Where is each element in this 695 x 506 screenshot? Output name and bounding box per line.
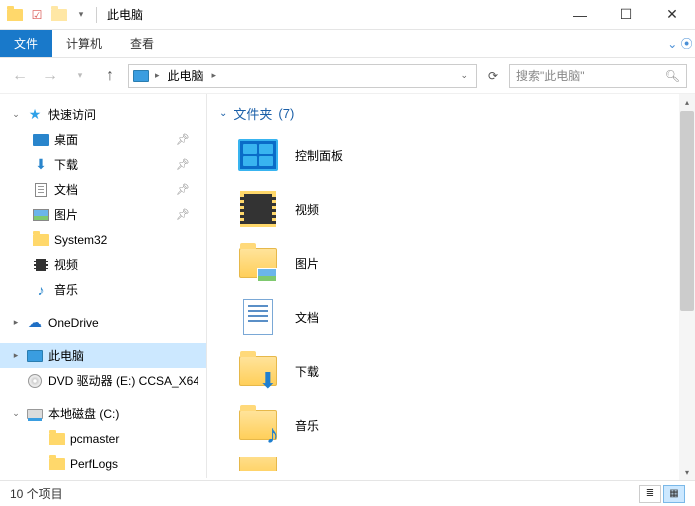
video-icon [240,191,276,227]
sidebar-item-documents[interactable]: 文档📌︎ [0,177,206,202]
ribbon-expand-button[interactable]: ⌄ ⦿ [665,30,695,57]
chevron-right-icon[interactable]: ▸ [210,70,219,81]
chevron-right-icon[interactable]: ▸ [10,350,22,361]
close-button[interactable]: ✕ [649,0,695,30]
titlebar: ☑ ▾ 此电脑 — ☐ ✕ [0,0,695,30]
music-icon: ♪ [266,419,279,450]
sidebar-this-pc[interactable]: ▸此电脑 [0,343,206,368]
pin-icon: 📌︎ [176,133,190,146]
nav-forward-button[interactable]: → [38,64,62,88]
folder-icon [239,457,277,471]
star-icon: ★ [26,107,44,123]
properties-icon[interactable]: ☑ [28,6,46,24]
cloud-icon: ☁ [26,315,44,331]
chevron-right-icon[interactable]: ▸ [10,317,22,328]
item-documents[interactable]: 文档 [237,295,683,339]
item-pictures[interactable]: 图片 [237,241,683,285]
nav-back-button[interactable]: ← [8,64,32,88]
sidebar-item-system32[interactable]: System32 [0,227,206,252]
scrollbar-thumb[interactable] [680,111,694,311]
search-input[interactable]: 搜索"此电脑" 🔍︎ [509,64,687,88]
sidebar-dvd-drive[interactable]: ▸DVD 驱动器 (E:) CCSA_X64 [0,368,206,393]
sidebar-quick-access[interactable]: ⌄ ★ 快速访问 [0,102,206,127]
scroll-down-button[interactable]: ▾ [679,464,695,480]
address-dropdown-icon[interactable]: ⌄ [456,70,472,81]
ribbon: 文件 计算机 查看 ⌄ ⦿ [0,30,695,58]
minimize-button[interactable]: — [557,0,603,30]
pc-icon [133,70,149,82]
window-title: 此电脑 [107,6,143,23]
sidebar-item-pictures[interactable]: 图片📌︎ [0,202,206,227]
pin-icon: 📌︎ [176,158,190,171]
item-videos[interactable]: 视频 [237,187,683,231]
address-box[interactable]: ▸ 此电脑 ▸ ⌄ [128,64,477,88]
search-placeholder: 搜索"此电脑" [516,67,585,84]
chevron-down-icon[interactable]: ⌄ [10,408,22,419]
pin-icon: 📌︎ [176,208,190,221]
search-icon: 🔍︎ [665,69,680,83]
new-folder-icon[interactable] [50,6,68,24]
status-item-count: 10 个项目 [10,485,63,502]
vertical-scrollbar[interactable]: ▴ ▾ [679,94,695,480]
status-bar: 10 个项目 ≣ ▦ [0,480,695,506]
item-music[interactable]: ♪ 音乐 [237,403,683,447]
nav-up-button[interactable]: ↑ [98,64,122,88]
view-large-icons-button[interactable]: ▦ [663,485,685,503]
ribbon-tab-view[interactable]: 查看 [116,30,168,57]
ribbon-tab-file[interactable]: 文件 [0,30,52,57]
view-details-button[interactable]: ≣ [639,485,661,503]
sidebar-resize-handle[interactable] [202,94,206,478]
explorer-icon [6,6,24,24]
control-panel-icon [238,139,278,171]
sidebar-item-downloads[interactable]: ⬇下载📌︎ [0,152,206,177]
maximize-button[interactable]: ☐ [603,0,649,30]
music-icon: ♪ [32,282,50,298]
item-control-panel[interactable]: 控制面板 [237,133,683,177]
nav-recent-dropdown[interactable]: ▾ [68,64,92,88]
content-pane: ⌄ 文件夹 (7) 控制面板 视频 图片 文档 ⬇ 下载 [207,94,695,478]
item-downloads[interactable]: ⬇ 下载 [237,349,683,393]
chevron-down-icon[interactable]: ⌄ [10,109,22,120]
download-icon: ⬇ [32,157,50,173]
sidebar-onedrive[interactable]: ▸☁OneDrive [0,310,206,335]
refresh-button[interactable]: ⟳ [483,66,503,86]
qat-dropdown-icon[interactable]: ▾ [72,6,90,24]
sidebar-item-music[interactable]: ♪音乐 [0,277,206,302]
group-header-folders[interactable]: ⌄ 文件夹 (7) [219,104,683,123]
ribbon-tab-computer[interactable]: 计算机 [52,30,116,57]
sidebar-folder-perflogs[interactable]: ▸PerfLogs [0,451,206,476]
pin-icon: 📌︎ [176,183,190,196]
chevron-right-icon[interactable]: ▸ [153,70,162,81]
quick-access-toolbar: ☑ ▾ [0,6,99,24]
chevron-down-icon: ⌄ [219,108,227,119]
sidebar-item-desktop[interactable]: 桌面📌︎ [0,127,206,152]
document-icon [243,299,273,335]
scroll-up-button[interactable]: ▴ [679,94,695,110]
sidebar-item-videos[interactable]: 视频 [0,252,206,277]
navigation-pane: ⌄ ★ 快速访问 桌面📌︎ ⬇下载📌︎ 文档📌︎ 图片📌︎ System32 视… [0,94,207,478]
address-bar-row: ← → ▾ ↑ ▸ 此电脑 ▸ ⌄ ⟳ 搜索"此电脑" 🔍︎ [0,58,695,94]
item-partial[interactable] [237,457,683,471]
sidebar-local-disk[interactable]: ⌄本地磁盘 (C:) [0,401,206,426]
download-icon: ⬇ [259,368,277,394]
breadcrumb-segment[interactable]: 此电脑 [166,67,206,84]
picture-icon [257,268,277,282]
sidebar-folder-pcmaster[interactable]: ▸pcmaster [0,426,206,451]
